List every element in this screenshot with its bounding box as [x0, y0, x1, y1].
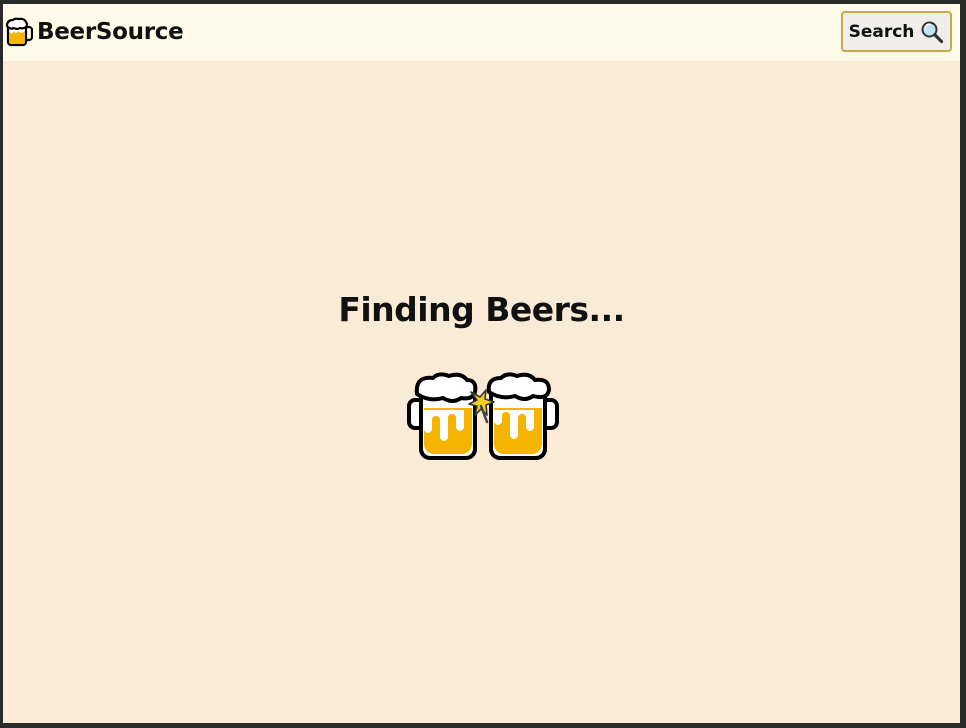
left-beer-mug: [407, 372, 478, 460]
beer-mug-icon: [5, 17, 33, 47]
app-frame: BeerSource Search Finding Beers...: [3, 4, 960, 723]
brand-name: BeerSource: [37, 19, 184, 45]
right-beer-mug: [486, 372, 559, 460]
navbar: BeerSource Search: [3, 4, 960, 61]
loading-section: Finding Beers...: [3, 286, 960, 334]
search-button[interactable]: Search: [841, 11, 952, 52]
magnifying-glass-icon: [921, 21, 944, 43]
loading-message: Finding Beers...: [338, 290, 625, 329]
search-button-label: Search: [848, 21, 915, 42]
brand-link[interactable]: BeerSource: [5, 14, 184, 50]
clinking-beer-mugs-icon: [407, 372, 559, 460]
